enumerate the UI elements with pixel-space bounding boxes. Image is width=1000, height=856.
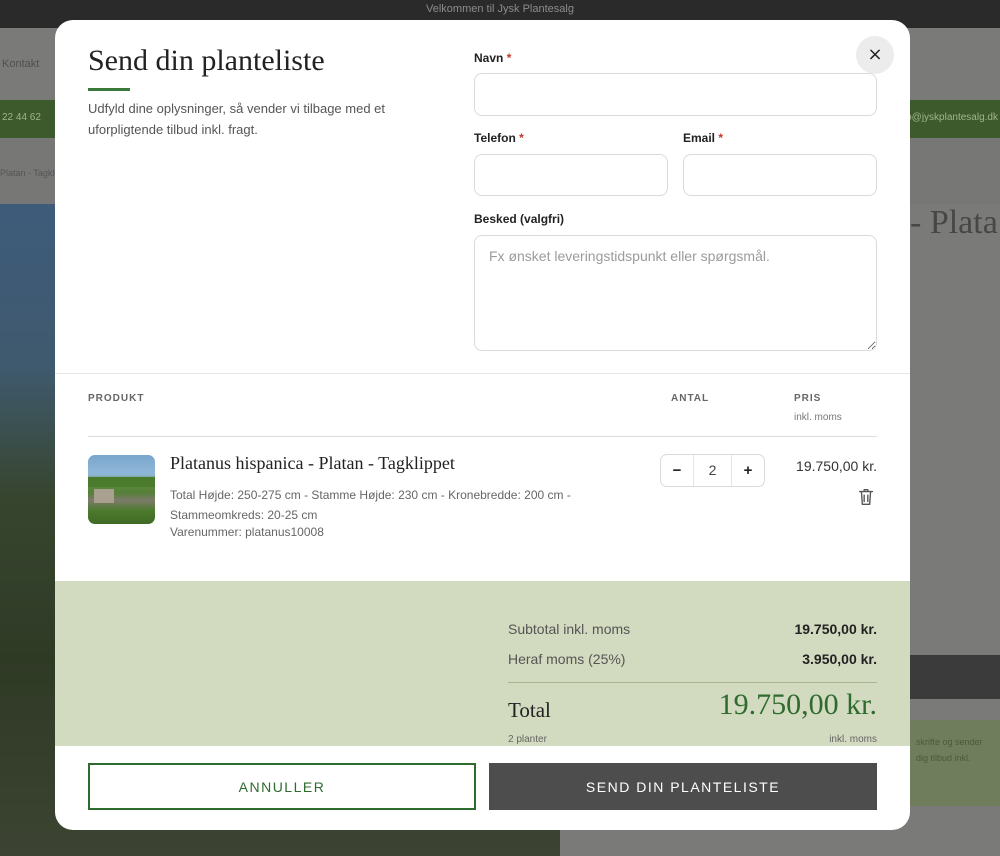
quantity-value[interactable]: 2	[693, 455, 732, 486]
background-info-box: skrifte og sender dig tilbud inkl.	[910, 720, 1000, 806]
product-price: 19.750,00 kr.	[796, 458, 877, 474]
col-header-price-sub: inkl. moms	[794, 412, 842, 423]
product-name: Platanus hispanica - Platan - Tagklippet	[170, 453, 455, 473]
required-mark: *	[506, 51, 512, 65]
background-product-heading: - Plata	[910, 204, 998, 241]
phone-label-text: Telefon	[474, 131, 516, 145]
message-textarea[interactable]	[474, 235, 877, 351]
email-label: Email *	[683, 131, 723, 145]
planteliste-modal: × Send din planteliste Udfyld dine oplys…	[55, 20, 910, 830]
subtotal-label: Subtotal inkl. moms	[508, 621, 631, 637]
cancel-button[interactable]: ANNULLER	[88, 763, 476, 810]
required-mark: *	[718, 131, 724, 145]
subtotal-value: 19.750,00 kr.	[794, 621, 877, 637]
email-input[interactable]	[683, 154, 877, 196]
name-label: Navn *	[474, 51, 511, 65]
quantity-stepper: − 2 +	[660, 454, 765, 487]
phone-input[interactable]	[474, 154, 668, 196]
background-dark-bar	[910, 655, 1000, 699]
col-header-price: PRIS	[794, 393, 822, 404]
contact-phone: 22 44 62	[2, 112, 41, 123]
summary-divider	[508, 682, 877, 683]
name-input[interactable]	[474, 73, 877, 116]
vat-value: 3.950,00 kr.	[802, 651, 877, 667]
title-underline	[88, 88, 130, 91]
order-summary: Subtotal inkl. moms 19.750,00 kr. Heraf …	[55, 581, 910, 746]
nav-link-kontakt: Kontakt	[2, 58, 40, 70]
total-value: 19.750,00 kr.	[718, 688, 877, 721]
email-label-text: Email	[683, 131, 716, 145]
total-incl-vat: inkl. moms	[829, 734, 877, 745]
send-list-button[interactable]: SEND DIN PLANTELISTE	[489, 763, 877, 810]
product-thumbnail	[88, 455, 155, 524]
contact-email: info@jyskplantesalg.dk	[895, 112, 998, 123]
name-label-text: Navn	[474, 51, 504, 65]
modal-title: Send din planteliste	[88, 44, 325, 77]
product-spec: Total Højde: 250-275 cm - Stamme Højde: …	[170, 488, 571, 522]
table-header-line	[88, 436, 877, 437]
close-button[interactable]: ×	[856, 36, 894, 74]
col-header-product: PRODUKT	[88, 393, 145, 404]
message-label: Besked (valgfri)	[474, 212, 565, 226]
decrease-qty-button[interactable]: −	[661, 455, 693, 486]
plants-count: 2 planter	[508, 734, 547, 745]
modal-intro: Udfyld dine oplysninger, så vender vi ti…	[88, 101, 386, 137]
announcement-text: Velkommen til Jysk Plantesalg	[426, 3, 574, 15]
vat-label: Heraf moms (25%)	[508, 651, 626, 667]
required-mark: *	[519, 131, 524, 145]
phone-label: Telefon *	[474, 131, 524, 145]
product-sku: Varenummer: platanus10008	[170, 525, 324, 539]
col-header-qty: ANTAL	[671, 393, 710, 404]
total-label: Total	[508, 698, 551, 722]
section-divider	[55, 373, 910, 374]
trash-icon[interactable]	[855, 486, 877, 508]
close-icon: ×	[867, 44, 883, 65]
